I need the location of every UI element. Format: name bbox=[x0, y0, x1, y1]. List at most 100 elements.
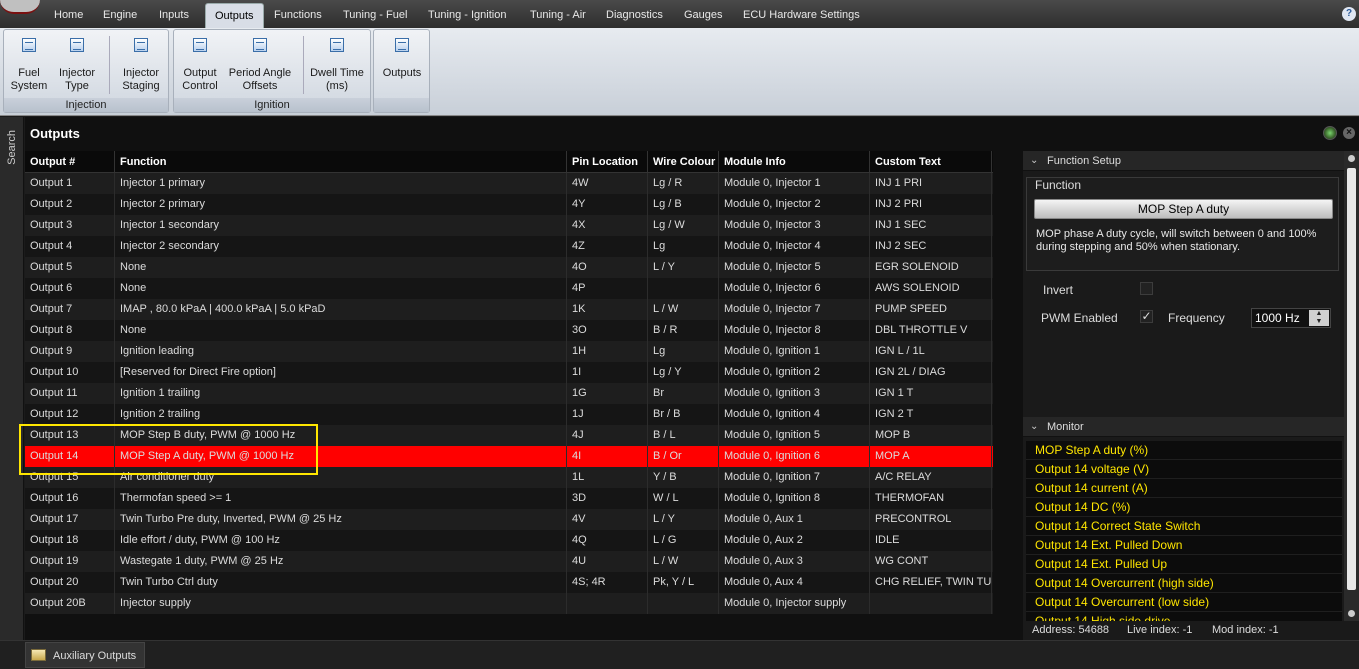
monitor-item[interactable]: Output 14 Overcurrent (low side) bbox=[1026, 593, 1342, 612]
cell-wire-colour bbox=[648, 593, 719, 614]
close-icon[interactable]: × bbox=[1343, 127, 1355, 139]
column-header-function[interactable]: Function bbox=[115, 151, 567, 173]
table-row[interactable]: Output 19 Wastegate 1 duty, PWM @ 25 Hz 4U… bbox=[25, 551, 993, 572]
period-angle-offsets-button[interactable]: Period Angle Offsets bbox=[225, 36, 295, 93]
frequency-spinner[interactable]: ▲ ▼ bbox=[1309, 310, 1329, 326]
pwm-enabled-checkbox[interactable]: ✓ bbox=[1140, 310, 1153, 323]
scroll-down-icon[interactable] bbox=[1348, 610, 1355, 617]
frequency-label: Frequency bbox=[1168, 311, 1225, 325]
monitor-item[interactable]: Output 14 voltage (V) bbox=[1026, 460, 1342, 479]
monitor-item[interactable]: Output 14 Ext. Pulled Down bbox=[1026, 536, 1342, 555]
help-icon[interactable]: ? bbox=[1342, 7, 1356, 21]
cell-module-info: Module 0, Ignition 7 bbox=[719, 467, 870, 488]
cell-pin-location: 4V bbox=[567, 509, 648, 530]
cell-pin-location: 4Q bbox=[567, 530, 648, 551]
column-header-output[interactable]: Output # bbox=[25, 151, 115, 173]
outputs-icon bbox=[395, 38, 409, 52]
table-row[interactable]: Output 12 Ignition 2 trailing 1J Br / B Modu… bbox=[25, 404, 993, 425]
cell-wire-colour: Pk, Y / L bbox=[648, 572, 719, 593]
right-scrollbar[interactable] bbox=[1344, 151, 1359, 621]
monitor-item[interactable]: Output 14 DC (%) bbox=[1026, 498, 1342, 517]
status-orb-icon[interactable] bbox=[1323, 126, 1337, 140]
cell-function: [Reserved for Direct Fire option] bbox=[115, 362, 567, 383]
injector-staging-icon bbox=[134, 38, 148, 52]
table-row[interactable]: Output 20 Twin Turbo Ctrl duty 4S; 4R Pk, Y… bbox=[25, 572, 993, 593]
tab-home[interactable]: Home bbox=[45, 3, 92, 28]
column-header-wire-colour[interactable]: Wire Colour bbox=[648, 151, 719, 173]
tab-ecu-hardware-settings[interactable]: ECU Hardware Settings bbox=[734, 3, 869, 28]
invert-checkbox[interactable] bbox=[1140, 282, 1153, 295]
cell-wire-colour: Lg / Y bbox=[648, 362, 719, 383]
cell-pin-location: 1H bbox=[567, 341, 648, 362]
table-row[interactable]: Output 10 [Reserved for Direct Fire optio… bbox=[25, 362, 993, 383]
table-header: Output # Function Pin Location Wire Colo… bbox=[25, 151, 993, 173]
monitor-item[interactable]: Output 14 current (A) bbox=[1026, 479, 1342, 498]
tab-diagnostics[interactable]: Diagnostics bbox=[597, 3, 672, 28]
monitor-header[interactable]: ⌄ Monitor bbox=[1023, 417, 1344, 437]
table-row[interactable]: Output 11 Ignition 1 trailing 1G Br Module 0… bbox=[25, 383, 993, 404]
table-row[interactable]: Output 5 None 4O L / Y Module 0, Injector 5E… bbox=[25, 257, 993, 278]
table-row[interactable]: Output 16 Thermofan speed >= 1 3D W / L Modu… bbox=[25, 488, 993, 509]
cell-custom-text: MOP B bbox=[870, 425, 992, 446]
fuel-system-button[interactable]: Fuel System bbox=[7, 36, 51, 93]
output-control-button[interactable]: Output Control bbox=[177, 36, 223, 93]
tab-functions[interactable]: Functions bbox=[265, 3, 331, 28]
table-row[interactable]: Output 8 None 3O B / R Module 0, Injector 8D… bbox=[25, 320, 993, 341]
live-index-readout: Live index: -1 bbox=[1127, 624, 1193, 636]
cell-output: Output 6 bbox=[25, 278, 115, 299]
table-row[interactable]: Output 20B Injector supply Module 0, Injec… bbox=[25, 593, 993, 614]
auxiliary-outputs-tab[interactable]: Auxiliary Outputs bbox=[25, 642, 146, 668]
table-row[interactable]: Output 6 None 4P Module 0, Injector 6 AWS SO… bbox=[25, 278, 993, 299]
function-setup-header[interactable]: ⌄ Function Setup bbox=[1023, 151, 1344, 171]
function-select-button[interactable]: MOP Step A duty bbox=[1034, 199, 1333, 219]
cell-output: Output 4 bbox=[25, 236, 115, 257]
monitor-item[interactable]: MOP Step A duty (%) bbox=[1026, 441, 1342, 460]
cell-output: Output 8 bbox=[25, 320, 115, 341]
tab-tuning-air[interactable]: Tuning - Air bbox=[521, 3, 595, 28]
monitor-item[interactable]: Output 14 Ext. Pulled Up bbox=[1026, 555, 1342, 574]
cell-output: Output 10 bbox=[25, 362, 115, 383]
column-header-custom-text[interactable]: Custom Text bbox=[870, 151, 992, 173]
tab-engine[interactable]: Engine bbox=[94, 3, 146, 28]
tab-inputs[interactable]: Inputs bbox=[150, 3, 198, 28]
injector-staging-button[interactable]: Injector Staging bbox=[116, 36, 166, 93]
table-row[interactable]: Output 7 IMAP , 80.0 kPaA | 400.0 kPaA | … bbox=[25, 299, 993, 320]
table-row[interactable]: Output 3 Injector 1 secondary 4X Lg / W Modu… bbox=[25, 215, 993, 236]
dwell-time-button[interactable]: Dwell Time (ms) bbox=[307, 36, 367, 93]
table-row[interactable]: Output 18 Idle effort / duty, PWM @ 100 H… bbox=[25, 530, 993, 551]
tab-tuning-ignition[interactable]: Tuning - Ignition bbox=[419, 3, 515, 28]
pwm-enabled-label: PWM Enabled bbox=[1041, 311, 1118, 325]
table-row[interactable]: Output 4 Injector 2 secondary 4Z Lg Module 0… bbox=[25, 236, 993, 257]
injector-type-button[interactable]: Injector Type bbox=[53, 36, 101, 93]
tab-outputs[interactable]: Outputs bbox=[205, 3, 264, 28]
cell-wire-colour: Br / B bbox=[648, 404, 719, 425]
table-row[interactable]: Output 2 Injector 2 primary 4Y Lg / B Module… bbox=[25, 194, 993, 215]
dwell-time-icon bbox=[330, 38, 344, 52]
app-logo[interactable] bbox=[0, 0, 40, 14]
cell-output: Output 11 bbox=[25, 383, 115, 404]
tab-tuning-fuel[interactable]: Tuning - Fuel bbox=[334, 3, 416, 28]
cell-function: IMAP , 80.0 kPaA | 400.0 kPaA | 5.0 kPaD bbox=[115, 299, 567, 320]
cell-pin-location: 4W bbox=[567, 173, 648, 194]
cell-output: Output 7 bbox=[25, 299, 115, 320]
mod-index-readout: Mod index: -1 bbox=[1212, 624, 1279, 636]
column-header-module-info[interactable]: Module Info bbox=[719, 151, 870, 173]
tab-gauges[interactable]: Gauges bbox=[675, 3, 732, 28]
cell-function: Twin Turbo Pre duty, Inverted, PWM @ 25 … bbox=[115, 509, 567, 530]
cell-module-info: Module 0, Ignition 6 bbox=[719, 446, 870, 467]
outputs-button[interactable]: Outputs bbox=[377, 36, 427, 80]
monitor-item[interactable]: Output 14 Correct State Switch bbox=[1026, 517, 1342, 536]
monitor-item[interactable]: Output 14 Overcurrent (high side) bbox=[1026, 574, 1342, 593]
scrollbar-thumb[interactable] bbox=[1347, 168, 1356, 590]
cell-custom-text: CHG RELIEF, TWIN TURBO bbox=[870, 572, 992, 593]
table-row[interactable]: Output 1 Injector 1 primary 4W Lg / R Module… bbox=[25, 173, 993, 194]
search-tab[interactable]: Search bbox=[6, 130, 18, 165]
frequency-input[interactable]: 1000 Hz ▲ ▼ bbox=[1251, 308, 1331, 328]
table-row[interactable]: Output 9 Ignition leading 1H Lg Module 0, Ig… bbox=[25, 341, 993, 362]
ignition-group: Output Control Period Angle Offsets Dwel… bbox=[173, 29, 371, 113]
scroll-up-icon[interactable] bbox=[1348, 155, 1355, 162]
table-row[interactable]: Output 17 Twin Turbo Pre duty, Inverted, … bbox=[25, 509, 993, 530]
column-header-pin-location[interactable]: Pin Location bbox=[567, 151, 648, 173]
cell-pin-location: 1G bbox=[567, 383, 648, 404]
cell-module-info: Module 0, Ignition 1 bbox=[719, 341, 870, 362]
